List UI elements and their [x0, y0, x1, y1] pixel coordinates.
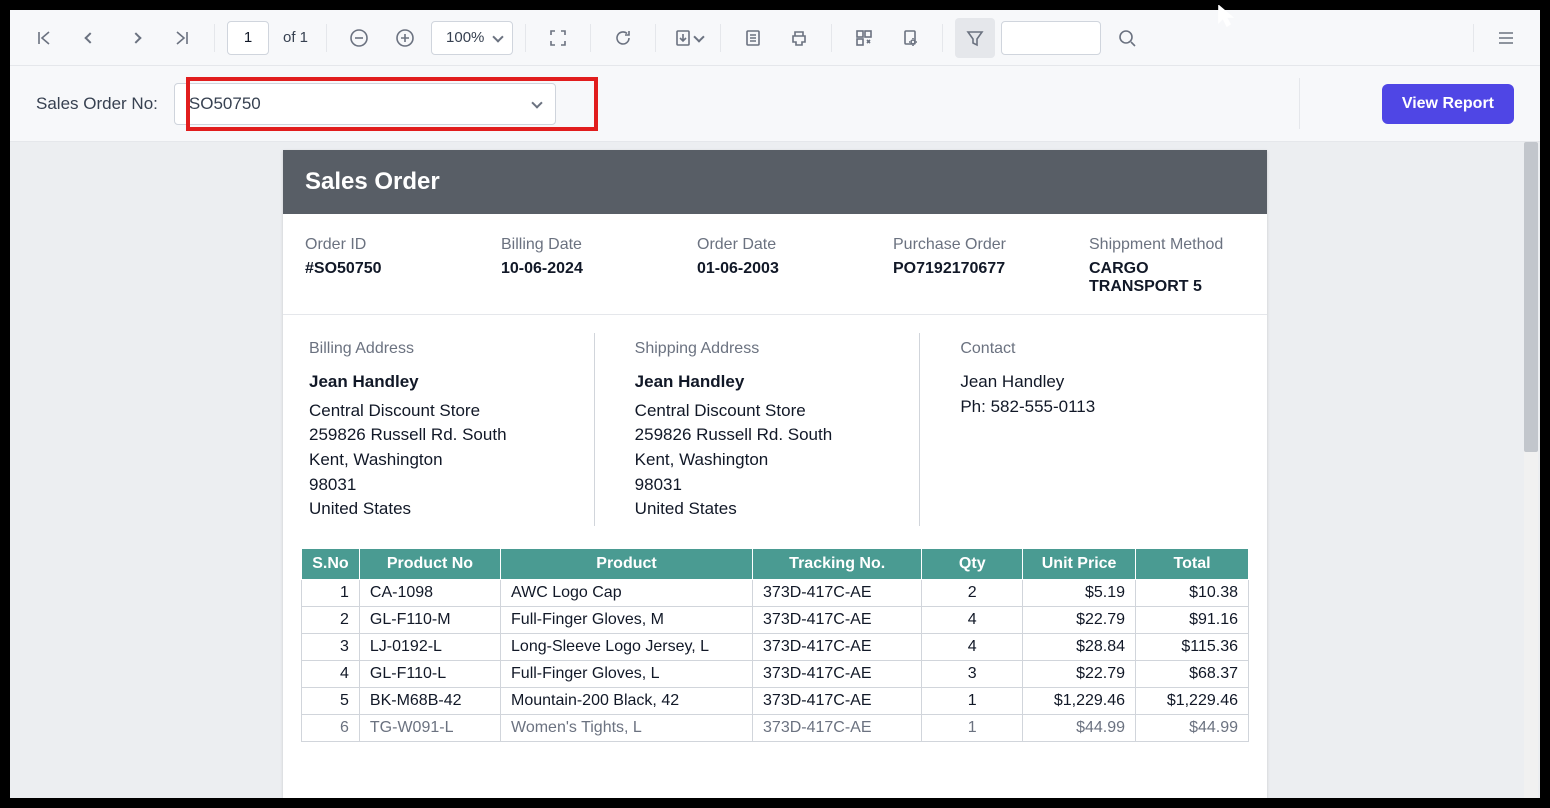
billing-address: Billing Address Jean Handley Central Dis… [305, 333, 595, 526]
sales-order-no-value: SO50750 [189, 94, 261, 114]
toolbar-divider [655, 24, 656, 52]
shipment-method-meta: Shippment Method CARGO TRANSPORT 5 [1089, 236, 1245, 296]
col-product-no: Product No [359, 549, 500, 580]
next-page-button[interactable] [116, 18, 156, 58]
contact-info: Contact Jean Handley Ph: 582-555-0113 [920, 333, 1245, 526]
print-layout-button[interactable] [733, 18, 773, 58]
address-row: Billing Address Jean Handley Central Dis… [283, 315, 1267, 548]
table-row: 2GL-F110-MFull-Finger Gloves, M373D-417C… [302, 607, 1249, 634]
parameters-bar: Sales Order No: SO50750 View Report [10, 66, 1540, 142]
filter-button[interactable] [955, 18, 995, 58]
first-page-button[interactable] [24, 18, 64, 58]
page-number-input[interactable] [227, 21, 269, 55]
params-divider [1299, 78, 1300, 129]
sales-order-no-label: Sales Order No: [36, 94, 158, 114]
last-page-button[interactable] [162, 18, 202, 58]
toolbar-divider [942, 24, 943, 52]
order-meta-row: Order ID #SO50750 Billing Date 10-06-202… [283, 214, 1267, 315]
zoom-in-button[interactable] [385, 18, 425, 58]
page-setup-button[interactable] [890, 18, 930, 58]
order-id-meta: Order ID #SO50750 [305, 236, 461, 296]
zoom-select[interactable]: 100% [431, 21, 513, 55]
table-row: 4GL-F110-LFull-Finger Gloves, L373D-417C… [302, 661, 1249, 688]
col-sno: S.No [302, 549, 360, 580]
order-date-meta: Order Date 01-06-2003 [697, 236, 853, 296]
table-row: 5BK-M68B-42Mountain-200 Black, 42373D-41… [302, 688, 1249, 715]
toolbar-divider [326, 24, 327, 52]
scrollbar[interactable] [1524, 142, 1538, 798]
parameters-button[interactable] [844, 18, 884, 58]
export-button[interactable] [668, 18, 708, 58]
toolbar-divider [1473, 24, 1474, 52]
table-row: 1CA-1098AWC Logo Cap373D-417C-AE2$5.19$1… [302, 580, 1249, 607]
print-button[interactable] [779, 18, 819, 58]
toolbar-divider [831, 24, 832, 52]
sales-order-no-select[interactable]: SO50750 [174, 83, 556, 125]
line-items-table: S.No Product No Product Tracking No. Qty… [301, 548, 1249, 742]
col-tracking: Tracking No. [753, 549, 922, 580]
menu-button[interactable] [1486, 18, 1526, 58]
billing-date-meta: Billing Date 10-06-2024 [501, 236, 657, 296]
purchase-order-meta: Purchase Order PO7192170677 [893, 236, 1049, 296]
zoom-value: 100% [446, 29, 484, 46]
toolbar-divider [720, 24, 721, 52]
col-unit-price: Unit Price [1023, 549, 1136, 580]
chevron-down-icon [531, 97, 542, 108]
col-qty: Qty [922, 549, 1023, 580]
toolbar-divider [590, 24, 591, 52]
toolbar-divider [214, 24, 215, 52]
fit-page-button[interactable] [538, 18, 578, 58]
report-viewer-toolbar: of 1 100% [10, 10, 1540, 66]
search-input[interactable] [1001, 21, 1101, 55]
page-count-label: of 1 [283, 29, 308, 46]
zoom-out-button[interactable] [339, 18, 379, 58]
report-canvas: Sales Order Order ID #SO50750 Billing Da… [10, 142, 1540, 798]
shipping-address: Shipping Address Jean Handley Central Di… [595, 333, 921, 526]
prev-page-button[interactable] [70, 18, 110, 58]
report-page: Sales Order Order ID #SO50750 Billing Da… [283, 150, 1267, 798]
table-row: 6TG-W091-LWomen's Tights, L373D-417C-AE1… [302, 715, 1249, 742]
search-button[interactable] [1107, 18, 1147, 58]
col-total: Total [1136, 549, 1249, 580]
view-report-button[interactable]: View Report [1382, 84, 1514, 124]
report-title: Sales Order [283, 150, 1267, 214]
table-row: 3LJ-0192-LLong-Sleeve Logo Jersey, L373D… [302, 634, 1249, 661]
col-product: Product [501, 549, 753, 580]
toolbar-divider [525, 24, 526, 52]
refresh-button[interactable] [603, 18, 643, 58]
